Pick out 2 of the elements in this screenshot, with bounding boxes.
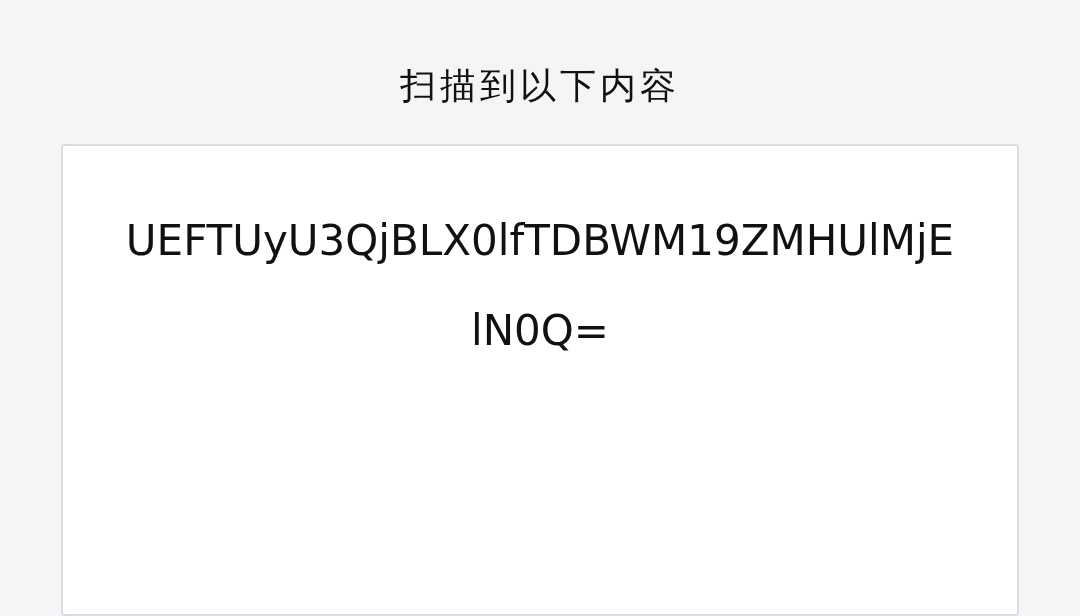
scan-result-text: UEFTUyU3QjBLX0lfTDBWM19ZMHUlMjElN0Q= [125,215,955,357]
page-title: 扫描到以下内容 [400,64,680,108]
